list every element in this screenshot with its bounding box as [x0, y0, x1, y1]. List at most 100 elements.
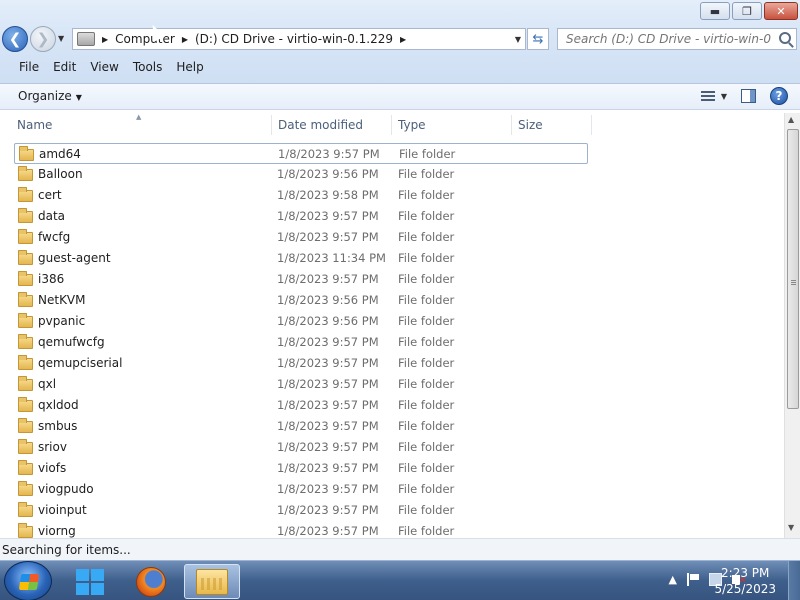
- list-item[interactable]: vioinput 1/8/2023 9:57 PM File folder: [14, 500, 588, 521]
- scroll-up-icon[interactable]: ▲: [788, 115, 794, 124]
- organize-label: Organize: [18, 89, 72, 103]
- list-item[interactable]: sriov 1/8/2023 9:57 PM File folder: [14, 437, 588, 458]
- taskbar-app-metro[interactable]: [62, 564, 118, 599]
- preview-pane-icon[interactable]: [741, 89, 756, 103]
- file-name: pvpanic: [38, 314, 86, 328]
- list-item[interactable]: pvpanic 1/8/2023 9:56 PM File folder: [14, 311, 588, 332]
- file-date: 1/8/2023 11:34 PM: [277, 251, 386, 265]
- column-date-modified[interactable]: Date modified: [278, 118, 363, 132]
- file-date: 1/8/2023 9:57 PM: [277, 335, 379, 349]
- list-item[interactable]: qemupciserial 1/8/2023 9:57 PM File fold…: [14, 353, 588, 374]
- grip-icon: [791, 280, 796, 286]
- column-divider[interactable]: [511, 115, 512, 135]
- action-center-flag-icon[interactable]: [687, 573, 699, 586]
- file-type: File folder: [398, 209, 455, 223]
- list-item[interactable]: NetKVM 1/8/2023 9:56 PM File folder: [14, 290, 588, 311]
- file-date: 1/8/2023 9:56 PM: [277, 314, 379, 328]
- file-name: Balloon: [38, 167, 83, 181]
- chevron-right-icon[interactable]: ▶: [182, 35, 188, 44]
- file-type: File folder: [398, 419, 455, 433]
- list-item[interactable]: fwcfg 1/8/2023 9:57 PM File folder: [14, 227, 588, 248]
- file-type: File folder: [398, 461, 455, 475]
- show-hidden-icons-icon[interactable]: ▲: [669, 573, 677, 586]
- file-date: 1/8/2023 9:57 PM: [277, 482, 379, 496]
- list-item[interactable]: cert 1/8/2023 9:58 PM File folder: [14, 185, 588, 206]
- file-name: fwcfg: [38, 230, 71, 244]
- list-item[interactable]: data 1/8/2023 9:57 PM File folder: [14, 206, 588, 227]
- column-type[interactable]: Type: [398, 118, 426, 132]
- chevron-down-icon: ▼: [75, 93, 82, 102]
- folder-icon: [18, 397, 33, 412]
- chevron-right-icon[interactable]: ▶: [102, 35, 108, 44]
- view-options-dropdown[interactable]: ▼: [721, 92, 727, 101]
- list-item[interactable]: qemufwcfg 1/8/2023 9:57 PM File folder: [14, 332, 588, 353]
- maximize-button[interactable]: ❐: [732, 2, 762, 20]
- file-name: viorng: [38, 524, 76, 538]
- command-bar: Organize ▼ ▼ ?: [0, 84, 800, 110]
- file-type: File folder: [398, 293, 455, 307]
- list-item[interactable]: viogpudo 1/8/2023 9:57 PM File folder: [14, 479, 588, 500]
- folder-icon: [18, 292, 33, 307]
- scroll-down-icon[interactable]: ▼: [788, 523, 794, 532]
- column-divider[interactable]: [271, 115, 272, 135]
- folder-icon: [18, 460, 33, 475]
- column-divider[interactable]: [391, 115, 392, 135]
- start-button[interactable]: [4, 561, 52, 600]
- help-icon[interactable]: ?: [770, 87, 788, 105]
- breadcrumb-computer[interactable]: Computer: [115, 32, 175, 46]
- file-date: 1/8/2023 9:57 PM: [277, 503, 379, 517]
- list-item[interactable]: viorng 1/8/2023 9:57 PM File folder: [14, 521, 588, 538]
- vertical-scrollbar[interactable]: ▲ ▼: [784, 113, 800, 538]
- clock-date: 5/25/2023: [714, 582, 776, 596]
- breadcrumb-cd-drive[interactable]: (D:) CD Drive - virtio-win-0.1.229: [195, 32, 393, 46]
- address-dropdown-icon[interactable]: ▼: [515, 35, 521, 44]
- list-item[interactable]: smbus 1/8/2023 9:57 PM File folder: [14, 416, 588, 437]
- window-controls: ▬ ❐ ✕: [700, 2, 798, 20]
- list-item[interactable]: qxldod 1/8/2023 9:57 PM File folder: [14, 395, 588, 416]
- close-button[interactable]: ✕: [764, 2, 798, 20]
- list-item[interactable]: amd64 1/8/2023 9:57 PM File folder: [14, 143, 588, 164]
- explorer-icon: [196, 568, 228, 595]
- back-button[interactable]: ❮: [2, 26, 28, 52]
- change-view-icon[interactable]: [700, 90, 715, 102]
- show-desktop-button[interactable]: [788, 561, 800, 600]
- search-box[interactable]: [557, 28, 797, 50]
- search-input[interactable]: [566, 32, 771, 46]
- column-divider[interactable]: [591, 115, 592, 135]
- taskbar-app-explorer[interactable]: [184, 564, 240, 599]
- menu-edit[interactable]: Edit: [46, 57, 83, 79]
- column-name[interactable]: Name: [17, 118, 52, 132]
- organize-button[interactable]: Organize ▼: [18, 89, 82, 103]
- taskbar-app-firefox[interactable]: [123, 564, 179, 599]
- folder-icon: [18, 250, 33, 265]
- list-item[interactable]: viofs 1/8/2023 9:57 PM File folder: [14, 458, 588, 479]
- scrollbar-thumb[interactable]: [787, 129, 799, 409]
- file-type: File folder: [398, 167, 455, 181]
- list-item[interactable]: Balloon 1/8/2023 9:56 PM File folder: [14, 164, 588, 185]
- recent-pages-dropdown[interactable]: ▼: [58, 34, 64, 43]
- minimize-button[interactable]: ▬: [700, 2, 730, 20]
- column-header: ▲ Name Date modified Type Size: [0, 113, 784, 137]
- toolbar-right: ▼ ?: [700, 87, 788, 105]
- folder-icon: [18, 271, 33, 286]
- list-item[interactable]: i386 1/8/2023 9:57 PM File folder: [14, 269, 588, 290]
- list-item[interactable]: guest-agent 1/8/2023 11:34 PM File folde…: [14, 248, 588, 269]
- column-size[interactable]: Size: [518, 118, 543, 132]
- menu-tools[interactable]: Tools: [126, 57, 170, 79]
- refresh-button[interactable]: ⇆: [527, 28, 549, 50]
- file-name: data: [38, 209, 66, 223]
- menu-help[interactable]: Help: [169, 57, 210, 79]
- file-date: 1/8/2023 9:57 PM: [277, 377, 379, 391]
- chevron-right-icon[interactable]: ▶: [400, 35, 406, 44]
- file-name: qemupciserial: [38, 356, 123, 370]
- folder-icon: [18, 502, 33, 517]
- search-icon[interactable]: [779, 32, 791, 44]
- file-type: File folder: [398, 503, 455, 517]
- list-item[interactable]: qxl 1/8/2023 9:57 PM File folder: [14, 374, 588, 395]
- forward-button[interactable]: ❯: [30, 26, 56, 52]
- menu-bar: File Edit View Tools Help: [0, 57, 800, 79]
- address-bar[interactable]: ▶ Computer ▶ (D:) CD Drive - virtio-win-…: [72, 28, 526, 50]
- menu-file[interactable]: File: [12, 57, 46, 79]
- clock[interactable]: 2:23 PM 5/25/2023: [714, 565, 776, 597]
- menu-view[interactable]: View: [83, 57, 125, 79]
